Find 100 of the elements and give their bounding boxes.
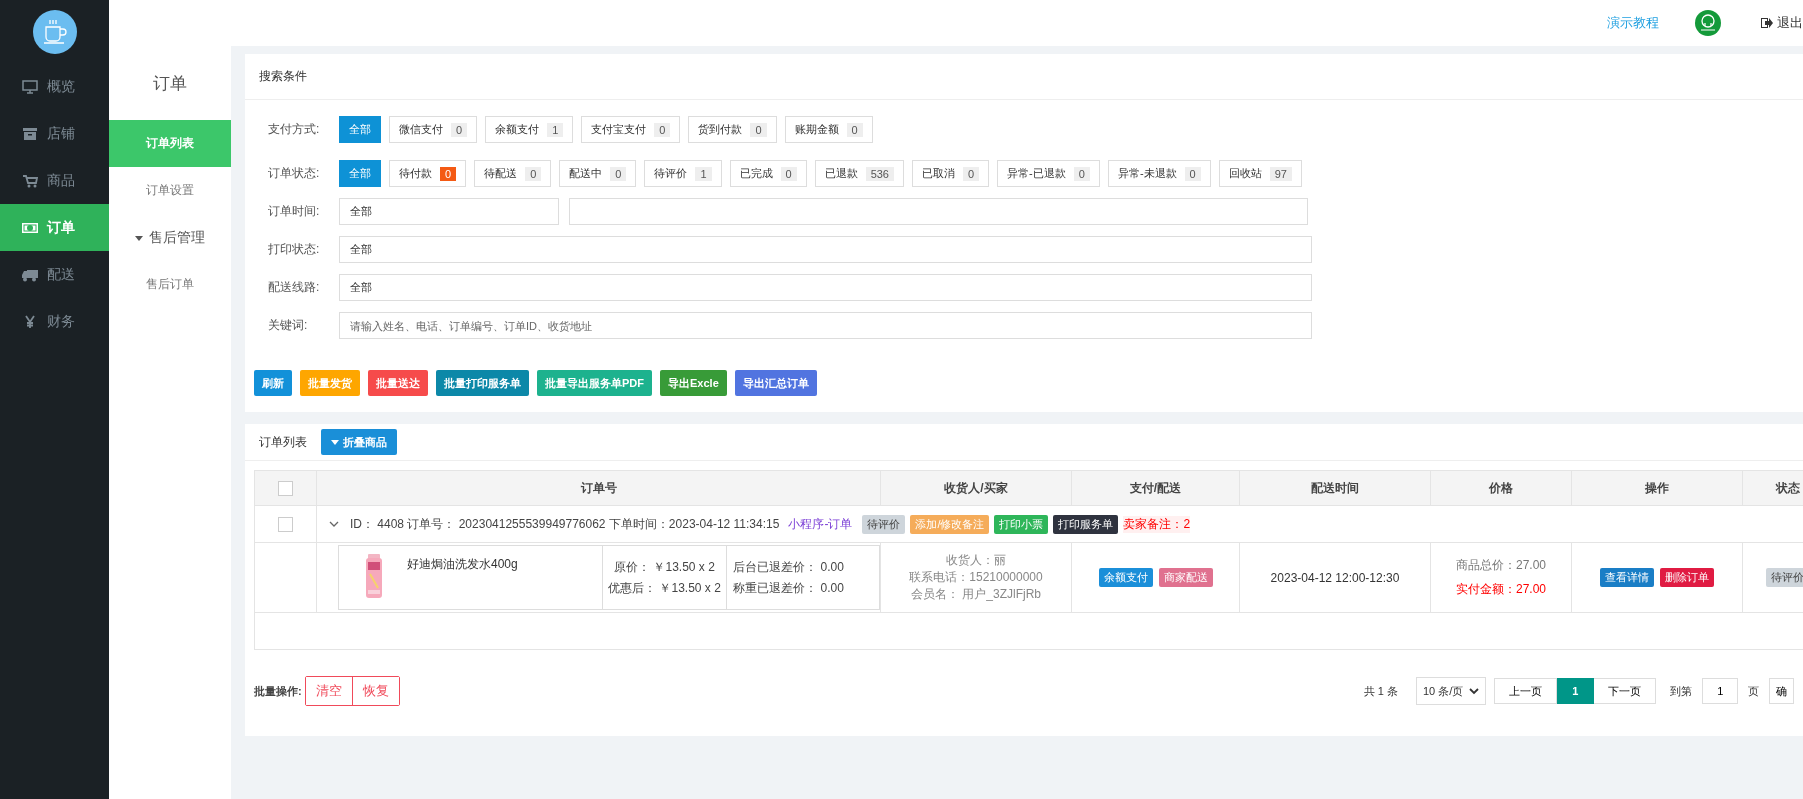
filter-chip[interactable]: 货到付款 0 xyxy=(688,116,777,143)
order-source-link[interactable]: 小程序-订单 xyxy=(788,515,853,533)
filter-label: 订单状态: xyxy=(268,165,321,182)
count-badge: 0 xyxy=(963,166,980,181)
count-badge: 536 xyxy=(865,166,894,181)
logout-icon xyxy=(1761,17,1773,29)
seller-note: 卖家备注：2 xyxy=(1123,515,1191,533)
count-badge: 0 xyxy=(451,122,468,137)
goods-total: 商品总价：27.00 xyxy=(1455,557,1547,574)
batch-label: 批量操作: xyxy=(254,683,302,699)
checkbox[interactable] xyxy=(278,480,293,496)
action-button[interactable]: 刷新 xyxy=(254,370,292,396)
filter-chip[interactable]: 待付款 0 xyxy=(389,160,467,187)
action-button[interactable]: 批量送达 xyxy=(368,370,428,396)
filter-chip[interactable]: 已取消 0 xyxy=(912,160,990,187)
nav-item[interactable]: 财务 xyxy=(0,298,109,345)
order-tag[interactable]: 打印服务单 xyxy=(1053,514,1119,534)
payment-tag: 商家配送 xyxy=(1158,568,1213,587)
action-button[interactable]: 导出Excle xyxy=(660,370,727,396)
paid-amount: 实付金额：27.00 xyxy=(1455,581,1547,598)
filter-chip[interactable]: 回收站 97 xyxy=(1218,160,1302,187)
cart-icon xyxy=(22,172,38,189)
count-badge: 0 xyxy=(780,166,797,181)
filter-chip[interactable]: 已退款 536 xyxy=(814,160,904,187)
page-input[interactable]: 1 xyxy=(1702,678,1739,704)
price-line: 原价： ￥13.50 x 2 xyxy=(614,558,715,576)
storefront-icon xyxy=(22,125,38,142)
chevron-icon[interactable] xyxy=(329,519,339,529)
monitor-icon xyxy=(22,78,38,95)
sidebar-title: 订单 xyxy=(152,72,188,95)
column-header: 收货人/买家 xyxy=(944,480,1008,495)
action-button[interactable]: 批量打印服务单 xyxy=(436,370,529,396)
nav-item[interactable]: 店铺 xyxy=(0,110,109,157)
nav-item[interactable]: 配送 xyxy=(0,251,109,298)
logout-link[interactable]: 退出 xyxy=(1761,14,1803,32)
page-size-select[interactable]: 10 条/页 xyxy=(1415,677,1487,705)
filter-chip[interactable]: 配送中 0 xyxy=(559,160,637,187)
logo-icon xyxy=(32,10,77,54)
column-header: 订单号 xyxy=(580,480,617,495)
count-badge: 1 xyxy=(547,122,564,137)
batch-button[interactable]: 恢复 xyxy=(351,677,399,705)
filter-chip[interactable]: 全部 xyxy=(339,116,381,143)
action-button[interactable]: 导出汇总订单 xyxy=(734,370,817,396)
count-badge: 0 xyxy=(1073,166,1090,181)
field-label: 打印状态: xyxy=(268,241,321,258)
prev-page-button[interactable]: 上一页 xyxy=(1494,678,1558,704)
refund-line: 后台已退差价： 0.00 xyxy=(733,558,844,576)
date-field[interactable] xyxy=(569,198,1308,225)
checkbox[interactable] xyxy=(278,516,293,532)
menu-group[interactable]: 售后管理 xyxy=(109,214,231,261)
count-badge: 97 xyxy=(1269,166,1292,181)
select-field[interactable]: 全部 xyxy=(339,236,1312,263)
fold-button[interactable]: 折叠商品 xyxy=(321,429,397,455)
caret-icon xyxy=(135,233,143,242)
filter-chip[interactable]: 已完成 0 xyxy=(729,160,807,187)
avatar-icon[interactable] xyxy=(1695,10,1721,36)
page-unit-label: 页 xyxy=(1748,683,1760,699)
yen-icon xyxy=(22,313,38,330)
next-page-button[interactable]: 下一页 xyxy=(1594,678,1657,704)
column-header: 价格 xyxy=(1489,480,1513,495)
consignee-line: 收货人：丽 xyxy=(945,552,1007,569)
product-name: 好迪焗油洗发水400g xyxy=(407,556,518,573)
delivery-time: 2023-04-12 12:00-12:30 xyxy=(1270,570,1400,585)
count-badge: 0 xyxy=(1184,166,1201,181)
filter-chip[interactable]: 余额支付 1 xyxy=(485,116,574,143)
menu-item[interactable]: 订单设置 xyxy=(109,167,231,214)
row-action-button[interactable]: 删除订单 xyxy=(1660,568,1714,587)
field-label: 配送线路: xyxy=(268,279,321,296)
goto-label: 到第 xyxy=(1670,683,1693,699)
filter-chip[interactable]: 微信支付 0 xyxy=(389,116,478,143)
column-header: 配送时间 xyxy=(1311,480,1359,495)
filter-chip[interactable]: 全部 xyxy=(339,160,381,187)
filter-chip[interactable]: 异常-未退款 0 xyxy=(1107,160,1211,187)
menu-item[interactable]: 售后订单 xyxy=(109,261,231,308)
chevron-icon xyxy=(1469,686,1480,696)
row-action-button[interactable]: 查看详情 xyxy=(1600,568,1654,587)
filter-chip[interactable]: 待评价 1 xyxy=(644,160,722,187)
input-field[interactable]: 请输入姓名、电话、订单编号、订单ID、收货地址 xyxy=(339,312,1312,339)
filter-chip[interactable]: 异常-已退款 0 xyxy=(997,160,1100,187)
nav-item[interactable]: 概览 xyxy=(0,63,109,110)
count-badge: 0 xyxy=(610,166,627,181)
panel-title: 订单列表 xyxy=(259,433,307,451)
filter-chip[interactable]: 待配送 0 xyxy=(474,160,552,187)
date-field[interactable]: 全部 xyxy=(339,198,559,225)
count-badge: 0 xyxy=(525,166,542,181)
select-field[interactable]: 全部 xyxy=(339,274,1312,301)
confirm-button[interactable]: 确 xyxy=(1769,678,1795,704)
filter-label: 支付方式: xyxy=(268,121,321,138)
total-count: 共 1 条 xyxy=(1363,683,1398,699)
column-header: 操作 xyxy=(1645,480,1669,495)
order-tag[interactable]: 待评价 xyxy=(862,514,906,534)
field-label: 关键词: xyxy=(268,317,309,334)
nav-item[interactable]: 商品 xyxy=(0,157,109,204)
order-info: ID： 4408 订单号： 2023041255539949776062 下单时间：2023-04-12 11:34:15 xyxy=(350,515,780,533)
page-button[interactable]: 1 xyxy=(1557,678,1595,704)
filter-chip[interactable]: 支付宝支付 0 xyxy=(581,116,681,143)
filter-chip[interactable]: 账期金额 0 xyxy=(784,116,873,143)
count-badge: 0 xyxy=(750,122,767,137)
consignee-line: 会员名： 用户_3ZJlFjRb xyxy=(910,586,1042,603)
field-label: 订单时间: xyxy=(268,203,321,220)
